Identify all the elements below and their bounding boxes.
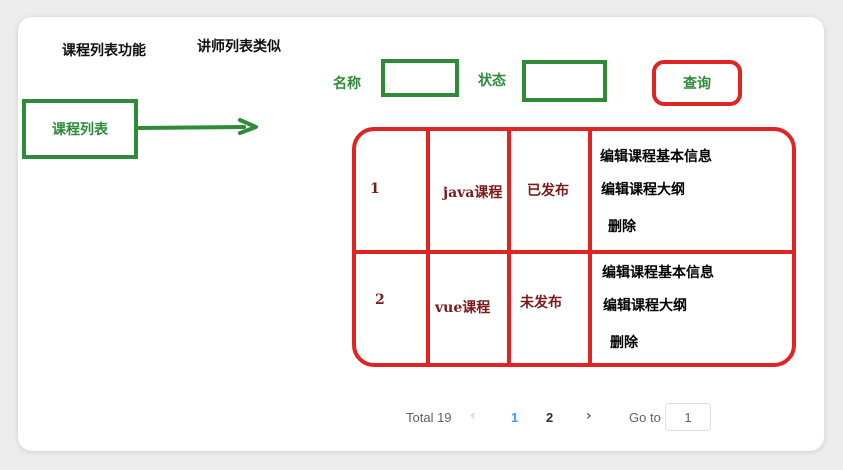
page-subtitle: 讲师列表类似 bbox=[197, 39, 281, 55]
row-1-edit-outline-link[interactable]: 编辑课程大纲 bbox=[601, 179, 685, 199]
chevron-right-icon[interactable]: › bbox=[586, 408, 592, 424]
name-label: 名称 bbox=[333, 76, 361, 92]
row-2-edit-info-link[interactable]: 编辑课程基本信息 bbox=[602, 262, 714, 282]
status-input[interactable] bbox=[522, 60, 607, 102]
row-2-delete-link[interactable]: 删除 bbox=[610, 332, 638, 352]
screenshot-canvas: 课程列表功能 讲师列表类似 课程列表 名称 状态 查询 1 java课程 已发布… bbox=[0, 0, 843, 470]
row-1-name: java课程 bbox=[443, 185, 503, 201]
row-1-status: 已发布 bbox=[527, 183, 569, 199]
row-1-edit-info-link[interactable]: 编辑课程基本信息 bbox=[600, 146, 712, 166]
arrow-right-icon bbox=[136, 118, 258, 135]
sidebar-item-course-list[interactable]: 课程列表 bbox=[22, 99, 138, 159]
row-2-name: vue课程 bbox=[435, 300, 491, 316]
page-title: 课程列表功能 bbox=[62, 43, 146, 59]
row-2-id: 2 bbox=[375, 292, 385, 308]
page-1-button[interactable]: 1 bbox=[511, 410, 518, 425]
course-table-sketch bbox=[352, 127, 796, 367]
goto-page-input[interactable] bbox=[665, 403, 711, 431]
sidebar-item-label: 课程列表 bbox=[52, 122, 108, 138]
row-1-id: 1 bbox=[370, 181, 380, 197]
pagination-total: Total 19 bbox=[406, 410, 452, 425]
chevron-left-icon[interactable]: ‹ bbox=[470, 408, 476, 424]
name-input[interactable] bbox=[381, 59, 459, 97]
row-2-status: 未发布 bbox=[520, 295, 562, 311]
page-2-button[interactable]: 2 bbox=[546, 410, 553, 425]
row-2-edit-outline-link[interactable]: 编辑课程大纲 bbox=[603, 295, 687, 315]
row-1-delete-link[interactable]: 删除 bbox=[608, 216, 636, 236]
status-label: 状态 bbox=[478, 73, 506, 89]
query-button-label: 查询 bbox=[683, 76, 711, 92]
goto-label: Go to bbox=[629, 410, 661, 425]
query-button[interactable]: 查询 bbox=[652, 60, 742, 106]
